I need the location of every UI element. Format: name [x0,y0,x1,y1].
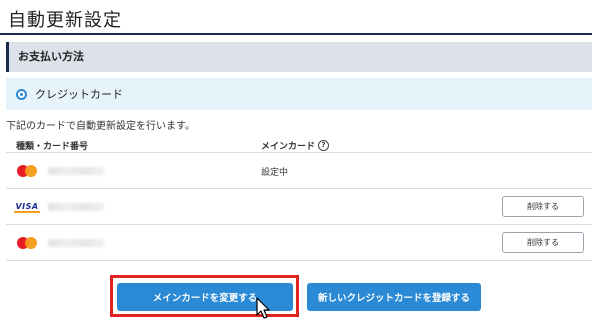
table-row: 削除する [6,224,592,261]
column-header-type: 種類・カード番号 [16,142,89,152]
delete-card-button[interactable]: 削除する [502,232,584,253]
masked-card-number [48,203,104,211]
section-header: お支払い方法 [6,42,592,72]
payment-method-label: クレジットカード [35,88,123,101]
column-header-main-card: メインカード ? [261,139,330,152]
help-icon[interactable]: ? [318,140,330,151]
card-table-header: 種類・カード番号 メインカード ? [6,136,592,152]
mastercard-icon [16,237,38,249]
radio-selected-icon[interactable] [16,88,27,100]
main-card-status: 設定中 [261,168,289,178]
title-divider [0,33,592,35]
page-title: 自動更新設定 [8,10,122,31]
change-main-card-button[interactable]: メインカードを変更する [117,283,293,311]
table-row: 設定中 [6,152,592,188]
table-row: VISA 削除する [6,188,592,224]
column-header-main-card-label: メインカード [261,142,316,152]
masked-card-number [48,239,104,247]
add-new-card-button[interactable]: 新しいクレジットカードを登録する [307,283,481,311]
visa-icon: VISA [14,201,40,213]
mastercard-icon [16,165,38,177]
payment-method-credit-card[interactable]: クレジットカード [6,78,592,110]
masked-card-number [48,167,104,175]
description-text: 下記のカードで自動更新設定を行います。 [6,121,195,132]
delete-card-button[interactable]: 削除する [502,196,584,217]
